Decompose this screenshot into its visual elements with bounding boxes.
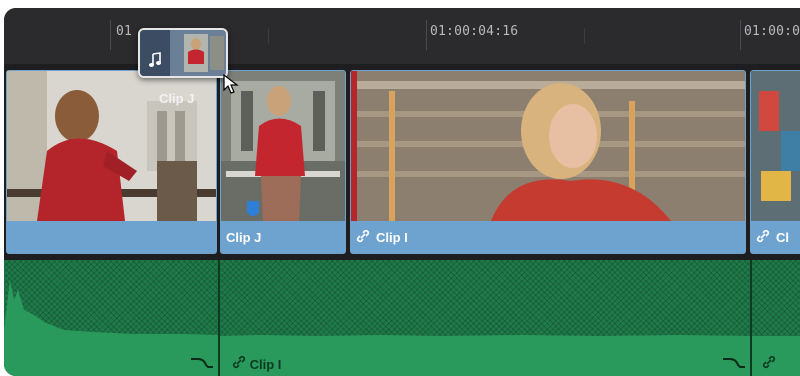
clip-name: Cl	[776, 230, 789, 245]
clip-name-bar: Cl	[750, 221, 800, 254]
audio-clip-name: Clip I	[232, 355, 281, 372]
link-icon	[232, 355, 250, 372]
clip-name-bar: Clip J	[220, 221, 346, 254]
clip-name-bar: Clip I	[350, 221, 746, 254]
ruler-timecode: 01:00:07	[744, 24, 800, 39]
timeline-window: 01 01:00:04:16 01:00:07 Clip	[4, 8, 800, 376]
link-icon	[762, 355, 776, 372]
music-note-icon	[149, 52, 161, 67]
audio-clip[interactable]	[4, 260, 218, 376]
audio-fade-icon[interactable]	[722, 356, 746, 370]
clip-overlay-label: Clip J	[159, 91, 195, 106]
thumbnail-image	[751, 71, 800, 221]
audio-waveform	[220, 335, 750, 376]
ruler-tick	[740, 20, 741, 50]
audio-waveform	[4, 280, 218, 376]
clip-thumbnail	[221, 71, 345, 221]
audio-clip[interactable]: Clip I	[220, 260, 750, 376]
audio-track: Clip I	[4, 260, 800, 376]
thumbnail-image	[351, 71, 745, 221]
link-icon	[756, 222, 772, 254]
video-clip[interactable]: Clip I	[350, 70, 746, 254]
timecode-ruler[interactable]: 01 01:00:04:16 01:00:07	[4, 8, 800, 64]
ruler-tick	[426, 20, 427, 50]
clip-thumbnail: Clip J	[7, 71, 216, 221]
link-icon	[356, 222, 372, 254]
ruler-timecode: 01	[116, 24, 133, 39]
audio-waveform	[752, 336, 800, 376]
ruler-timecode: 01:00:04:16	[430, 24, 519, 39]
clip-thumbnail	[751, 71, 800, 221]
video-clip[interactable]: Clip J	[6, 70, 217, 254]
video-clip[interactable]: Clip J	[220, 70, 346, 254]
thumbnail-image	[221, 71, 345, 221]
ruler-tick	[110, 20, 111, 50]
audio-clip-label: Clip I	[249, 357, 282, 372]
ruler-tick	[268, 28, 269, 44]
audio-clip[interactable]	[752, 260, 800, 376]
ruler-tick	[584, 28, 585, 44]
pointer-cursor-icon	[223, 74, 239, 94]
clip-name: Clip J	[226, 230, 262, 245]
video-clip[interactable]: Cl	[750, 70, 800, 254]
drag-preview[interactable]	[138, 28, 228, 78]
clip-thumbnail	[351, 71, 745, 221]
video-track: Clip J Clip J Clip I Cl	[4, 68, 800, 258]
audio-fade-icon[interactable]	[190, 356, 214, 370]
clip-name: Clip I	[376, 230, 408, 245]
